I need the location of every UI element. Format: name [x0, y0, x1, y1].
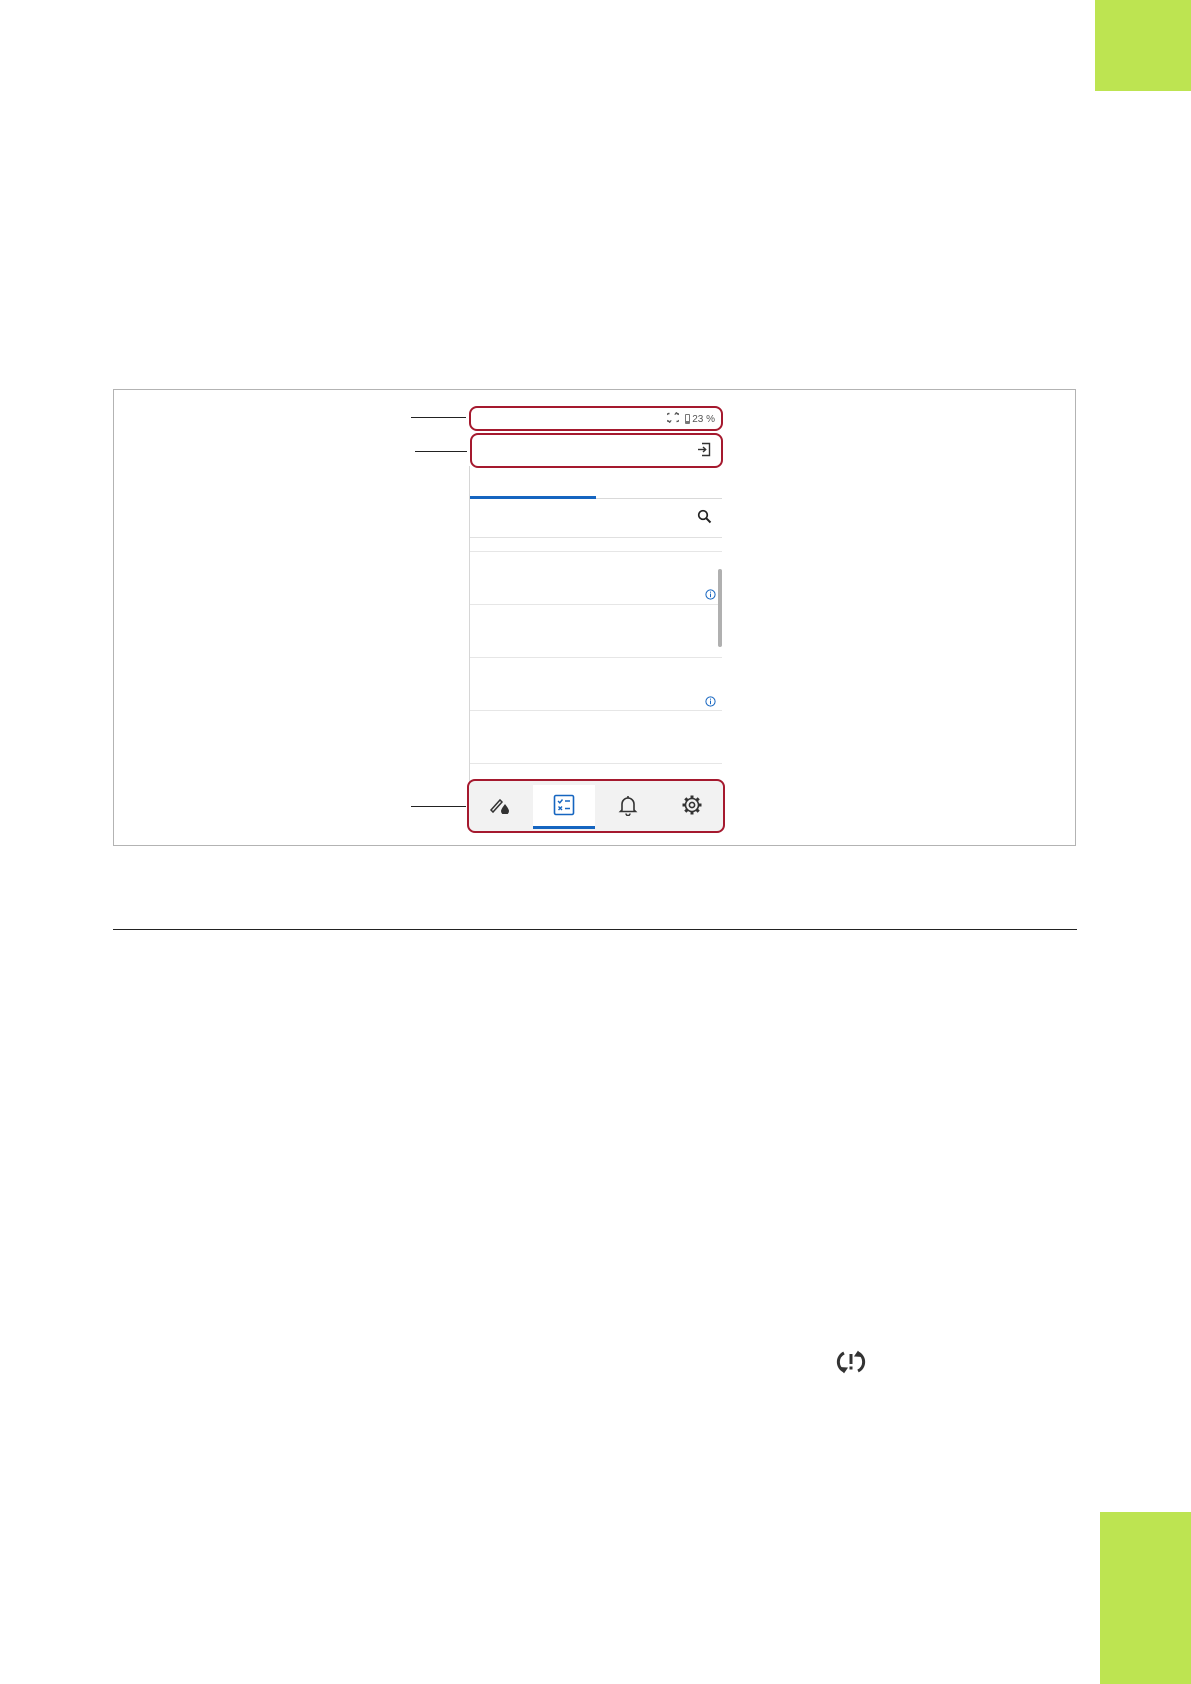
list-divider [470, 710, 722, 711]
nav-item-checklist[interactable] [533, 785, 595, 829]
bell-icon [618, 794, 638, 821]
callout-line-navigation [411, 806, 466, 807]
bottom-navigation [467, 779, 725, 833]
gear-icon [681, 794, 703, 821]
scrollbar[interactable] [718, 569, 722, 647]
app-screen: 23 % [467, 406, 725, 834]
section-divider [113, 929, 1077, 930]
info-icon[interactable] [705, 587, 716, 605]
nav-item-settings[interactable] [661, 785, 723, 829]
info-icon[interactable] [705, 694, 716, 712]
checklist-icon [553, 794, 575, 821]
callout-line-header [415, 451, 467, 452]
battery-icon [685, 414, 691, 424]
list-divider [470, 657, 722, 658]
battery-percentage: 23 % [692, 413, 715, 425]
page-tab-marker-bottom [1100, 1512, 1191, 1684]
eraser-drop-icon [489, 796, 511, 819]
nav-item-notifications[interactable] [597, 785, 659, 829]
sync-icon [665, 411, 682, 426]
callout-line-status-bar [411, 417, 466, 418]
sync-warning-icon [836, 1348, 866, 1381]
nav-item-application[interactable] [469, 785, 531, 829]
list-divider [470, 763, 722, 764]
page-tab-marker-top [1095, 0, 1191, 91]
nav-selected-indicator [533, 826, 595, 829]
search-bar[interactable] [470, 499, 722, 538]
list-divider [470, 604, 722, 605]
search-icon[interactable] [697, 509, 712, 529]
status-bar: 23 % [469, 406, 723, 431]
exit-icon[interactable] [697, 442, 711, 462]
app-header [470, 433, 723, 468]
list-divider [470, 551, 722, 552]
